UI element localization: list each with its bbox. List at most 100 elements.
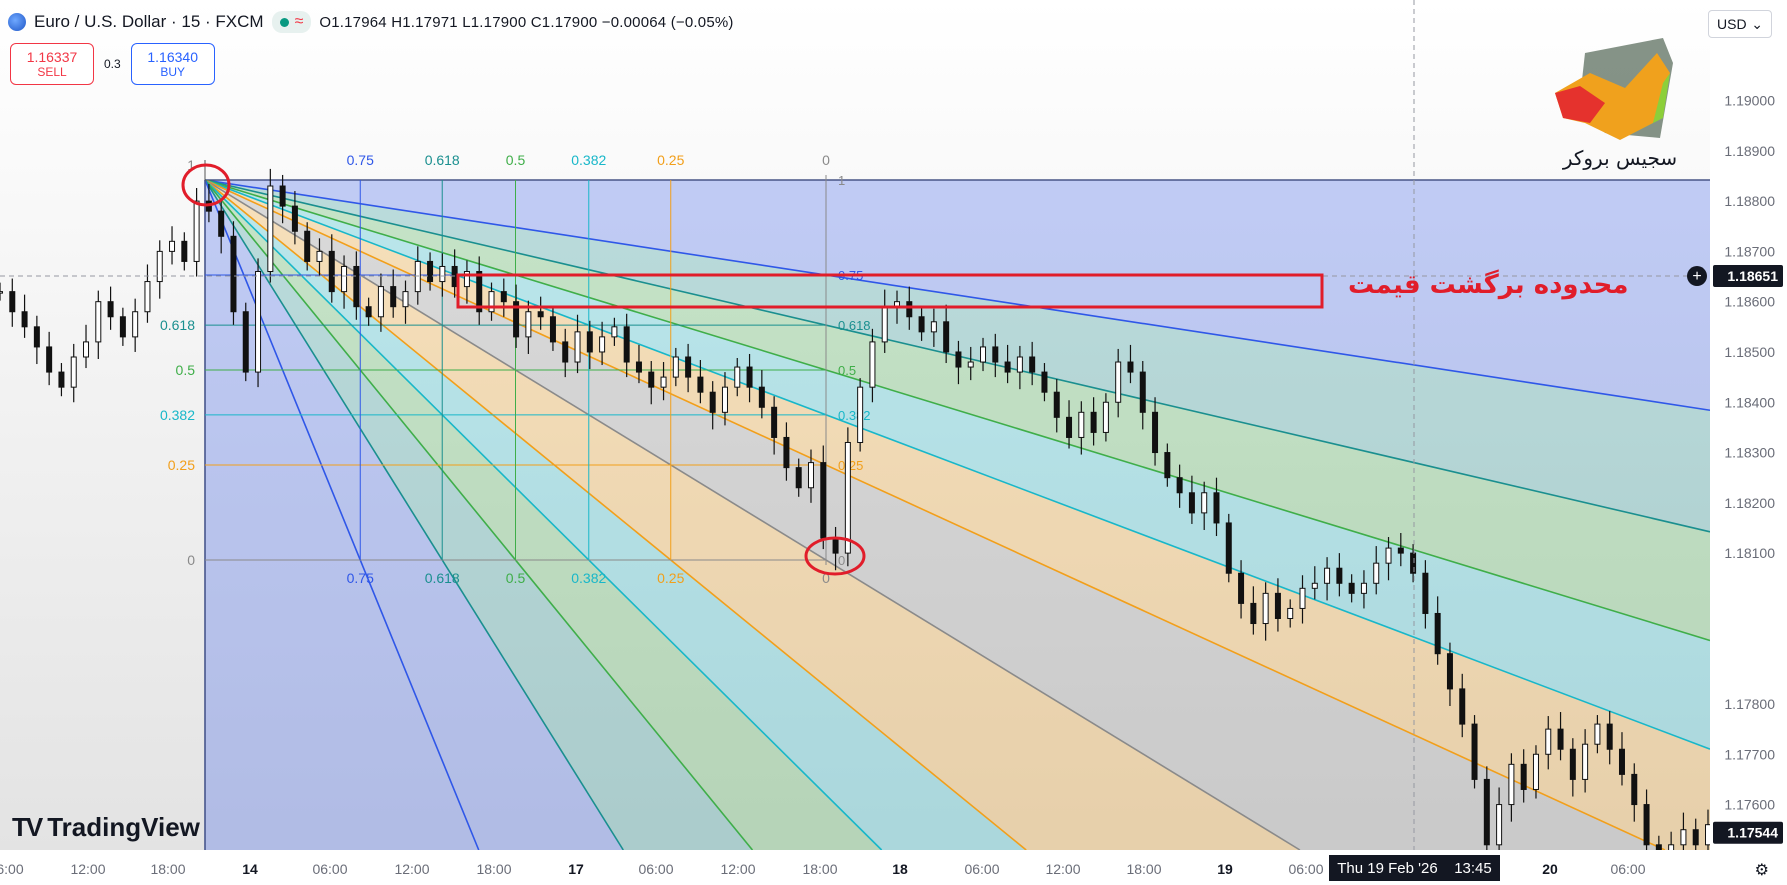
candle-body — [181, 240, 188, 262]
fib-label-top: 0 — [822, 152, 830, 168]
time-tick-label: 18:00 — [150, 861, 185, 877]
candle-body — [1299, 587, 1306, 609]
fib-label-left: 0 — [187, 552, 195, 568]
candle-body — [255, 271, 262, 373]
candle-body — [1557, 728, 1564, 750]
fib-label-top: 0.5 — [506, 152, 526, 168]
flag-icon — [8, 13, 26, 31]
candle-body — [771, 406, 778, 438]
fib-label-inner: 0 — [838, 553, 845, 568]
plus-icon: + — [1692, 268, 1701, 285]
candle-body — [1692, 829, 1699, 846]
price-tick-label: 1.18400 — [1724, 394, 1775, 410]
candle-body — [1078, 411, 1085, 438]
candle-body — [721, 386, 728, 413]
price-tick-label: 1.17600 — [1724, 797, 1775, 813]
candle-body — [33, 326, 40, 348]
candle-body — [807, 462, 814, 489]
candle-body — [414, 260, 421, 293]
candle-body — [230, 235, 237, 313]
candle-body — [967, 361, 974, 368]
time-axis[interactable]: 6:00 12:00 18:00 14 06:00 12:00 18:00 17 06:00 12… — [0, 850, 1787, 885]
candle-body — [1373, 562, 1380, 584]
candle-body — [1680, 829, 1687, 846]
candle-body — [599, 336, 606, 353]
candle-body — [1348, 582, 1355, 594]
candle-body — [586, 331, 593, 353]
buy-price: 1.16340 — [147, 49, 198, 65]
candle-body — [1115, 361, 1122, 403]
currency-selector[interactable]: USD ⌄ — [1708, 10, 1772, 38]
candle-body — [1041, 371, 1048, 393]
candle-body — [107, 301, 114, 318]
tradingview-logo[interactable]: TV TradingView — [12, 812, 200, 843]
candle-body — [218, 210, 225, 237]
candle-body — [132, 311, 139, 338]
candle-body — [1201, 492, 1208, 514]
candle-body — [1705, 824, 1711, 846]
price-tick-label: 1.19000 — [1724, 93, 1775, 109]
candle-body — [304, 230, 311, 262]
candle-body — [930, 321, 937, 333]
candle-body — [1139, 371, 1146, 413]
candle-body — [734, 366, 741, 388]
time-tick-label: 18:00 — [802, 861, 837, 877]
candle-body — [906, 301, 913, 318]
candle-body — [635, 361, 642, 373]
trade-panel: 1.16337 SELL 0.3 1.16340 BUY — [10, 43, 215, 85]
candle-body — [832, 537, 839, 554]
candle-body — [1385, 547, 1392, 564]
market-status[interactable]: ≈ — [271, 11, 312, 33]
fib-label-left: 0.25 — [168, 457, 195, 473]
candle-body — [1410, 552, 1417, 574]
candle-body — [169, 240, 176, 252]
candle-body — [1459, 688, 1466, 725]
price-tick-label: 1.18600 — [1724, 294, 1775, 310]
candle-body — [83, 341, 90, 358]
candle-body — [70, 356, 77, 388]
candle-body — [1324, 567, 1331, 584]
candle-body — [918, 316, 925, 333]
retracement-zone-label: محدوده برگشت قیمت — [1348, 270, 1629, 300]
candle-body — [402, 291, 409, 308]
candle-body — [1213, 492, 1220, 524]
time-tick-label: 06:00 — [964, 861, 999, 877]
candle-body — [1483, 778, 1490, 846]
sell-button[interactable]: 1.16337 SELL — [10, 43, 94, 85]
fib-label-top: 0.25 — [657, 152, 684, 168]
fib-label-inner: 0.5 — [838, 363, 856, 378]
ohlc-values: O1.17964 H1.17971 L1.17900 C1.17900 −0.0… — [319, 13, 734, 31]
buy-button[interactable]: 1.16340 BUY — [130, 43, 215, 85]
candle-body — [1594, 723, 1601, 745]
price-label-text: 1.18651 — [1727, 268, 1778, 284]
candle-body — [1434, 612, 1441, 655]
candle-body — [1016, 356, 1023, 373]
price-tick-label: 1.18200 — [1724, 495, 1775, 511]
spread-value: 0.3 — [104, 57, 121, 71]
candle-body — [795, 467, 802, 489]
candle-body — [1397, 547, 1404, 554]
gear-icon[interactable]: ⚙ — [1755, 860, 1769, 880]
candle-body — [1496, 804, 1503, 846]
candle-body — [341, 265, 348, 293]
broker-name: سجیس بروکر — [1562, 146, 1678, 170]
candle-body — [242, 311, 249, 373]
candle-body — [488, 291, 495, 313]
time-tick-label: 06:00 — [1610, 861, 1645, 877]
candle-body — [1188, 492, 1195, 514]
candle-body — [1471, 723, 1478, 780]
candle-body — [451, 265, 458, 288]
symbol-title[interactable]: Euro / U.S. Dollar · 15 · FXCM — [34, 12, 264, 32]
candle-body — [1274, 592, 1281, 619]
time-tick-label: 14 — [242, 861, 258, 877]
chart-canvas[interactable]: 0.75 0.618 0.5 0.382 0.25 0 0.75 0.618 0.5 0.382 0… — [0, 0, 1787, 885]
market-open-icon — [279, 17, 289, 27]
fib-label-bottom: 0.382 — [571, 570, 606, 586]
candle-body — [758, 386, 765, 408]
candle-body — [1029, 356, 1036, 373]
candle-body — [1532, 753, 1539, 790]
crosshair-date-label: Thu 19 Feb '26 13:45 — [1329, 855, 1500, 881]
symbol-header: Euro / U.S. Dollar · 15 · FXCM ≈ O1.1796… — [0, 0, 1708, 44]
time-tick-label: 6:00 — [0, 861, 24, 877]
candle-body — [0, 291, 3, 294]
